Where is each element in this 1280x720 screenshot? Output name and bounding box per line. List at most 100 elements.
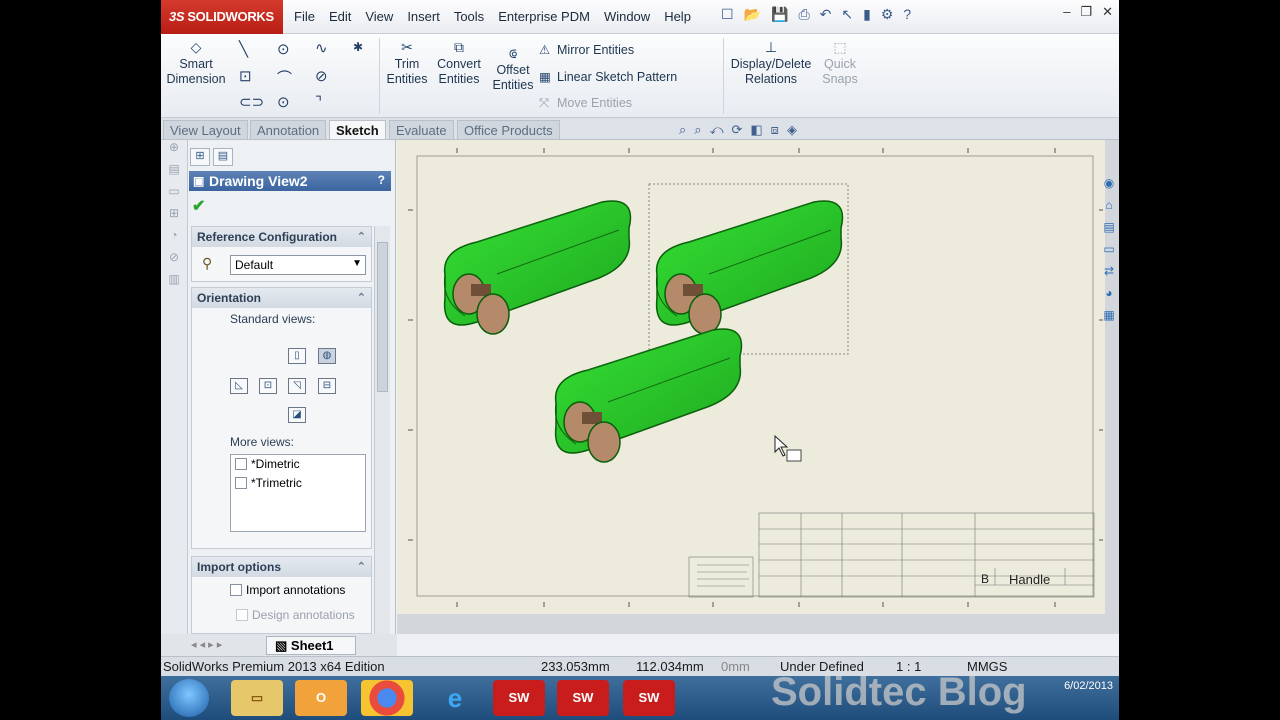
save-icon[interactable]: 💾	[771, 6, 788, 23]
more-view-item[interactable]: *Trimetric	[231, 474, 365, 493]
tab-sketch[interactable]: Sketch	[329, 120, 386, 139]
property-icon[interactable]: ▤	[161, 162, 187, 184]
chrome-taskbar-icon[interactable]	[361, 680, 413, 716]
linear-sketch-pattern-button[interactable]: ▦ Linear Sketch Pattern	[539, 69, 677, 84]
rebuild-icon[interactable]: ▮	[863, 6, 871, 23]
view-orientation-icon[interactable]: ⧈	[771, 122, 779, 138]
file-explorer-icon[interactable]: ▤	[1099, 220, 1119, 242]
close-icon[interactable]: ✕	[1102, 4, 1113, 20]
group-header[interactable]: Orientation ⌃	[192, 288, 371, 308]
ok-check-icon[interactable]: ✔	[192, 196, 205, 216]
isometric-view-icon[interactable]: ◍	[318, 348, 336, 364]
display-manager-icon[interactable]: ◔	[161, 228, 187, 250]
design-annotations-option[interactable]: Design annotations	[236, 608, 355, 622]
zoom-to-fit-icon[interactable]: ⌕	[679, 122, 686, 138]
custom-properties-icon[interactable]: ▦	[1099, 308, 1119, 330]
checkbox[interactable]	[235, 458, 247, 470]
panel-scrollbar[interactable]	[374, 226, 390, 634]
group-header[interactable]: Reference Configuration ⌃	[192, 227, 371, 247]
tab-evaluate[interactable]: Evaluate	[389, 120, 454, 139]
new-icon[interactable]: ☐	[721, 6, 734, 23]
internet-explorer-taskbar-icon[interactable]: e	[429, 680, 481, 716]
explorer-taskbar-icon[interactable]: ▭	[231, 680, 283, 716]
group-header[interactable]: Import options ⌃	[192, 557, 371, 577]
start-button-icon[interactable]	[169, 679, 209, 717]
menu-help[interactable]: Help	[657, 9, 698, 24]
feature-tree-icon[interactable]: ⊕	[161, 140, 187, 162]
convert-entities-button[interactable]: ⧉ Convert Entities	[433, 40, 485, 87]
dim-expert-icon[interactable]: ⊞	[161, 206, 187, 228]
property-manager-tab-icon[interactable]: ▤	[213, 148, 233, 166]
collapse-icon[interactable]: ⌃	[357, 560, 366, 573]
smart-dimension-button[interactable]: ◇ Smart Dimension	[165, 40, 227, 87]
view-palette-icon[interactable]: ⇄	[1099, 264, 1119, 286]
solidworks-taskbar-icon[interactable]: SW	[493, 680, 545, 716]
menu-insert[interactable]: Insert	[400, 9, 447, 24]
top-view-icon[interactable]: ⊟	[318, 378, 336, 394]
line-icon[interactable]: ╲	[239, 40, 248, 58]
folder-icon[interactable]: ▭	[1099, 242, 1119, 264]
configuration-select[interactable]: Default ▼	[230, 255, 366, 275]
checkbox[interactable]	[236, 609, 248, 621]
display-delete-relations-button[interactable]: ⊥ Display/Delete Relations	[727, 40, 815, 87]
tab-annotation[interactable]: Annotation	[250, 120, 327, 139]
checkbox[interactable]	[230, 584, 242, 596]
layer-icon[interactable]: ⊘	[161, 250, 187, 272]
polygon-icon[interactable]: ⊙	[277, 93, 290, 111]
feature-manager-tab-icon[interactable]: ⊞	[190, 148, 210, 166]
graphics-area[interactable]: B Handle ◉ ⌂ ▤ ▭ ⇄ ◕ ▦	[397, 140, 1119, 634]
left-view-icon[interactable]: ◺	[230, 378, 248, 394]
sheet1-tab[interactable]: ▧ Sheet1	[266, 636, 356, 655]
print-icon[interactable]: ⎙	[798, 6, 809, 23]
select-icon[interactable]: ↖	[841, 6, 853, 23]
slot-icon[interactable]: ⊂⊃	[239, 93, 264, 111]
sheet-format-icon[interactable]: ▥	[161, 272, 187, 294]
trim-entities-button[interactable]: ✂ Trim Entities	[383, 40, 431, 87]
menu-window[interactable]: Window	[597, 9, 657, 24]
scroll-thumb[interactable]	[377, 242, 388, 392]
rotate-icon[interactable]: ⟳	[731, 122, 742, 138]
quick-snaps-button[interactable]: ⬚ Quick Snaps	[817, 40, 863, 87]
collapse-icon[interactable]: ⌃	[357, 291, 366, 304]
move-entities-button[interactable]: ⤧ Move Entities	[539, 96, 632, 111]
import-annotations-option[interactable]: Import annotations	[230, 583, 345, 597]
options-icon[interactable]: ⚙	[881, 6, 894, 23]
menu-enterprise-pdm[interactable]: Enterprise PDM	[491, 9, 597, 24]
tab-view-layout[interactable]: View Layout	[163, 120, 248, 139]
restore-icon[interactable]: ❐	[1080, 4, 1092, 20]
rectangle-icon[interactable]: ⊡	[239, 67, 252, 85]
solidworks-taskbar-icon-3[interactable]: SW	[623, 680, 675, 716]
design-library-icon[interactable]: ⌂	[1099, 198, 1119, 220]
menu-tools[interactable]: Tools	[447, 9, 491, 24]
circle-icon[interactable]: ⊙	[277, 40, 290, 58]
menu-edit[interactable]: Edit	[322, 9, 358, 24]
appearances-icon[interactable]: ◕	[1099, 286, 1119, 308]
previous-view-icon[interactable]: ⤺	[710, 122, 724, 138]
minimize-icon[interactable]: –	[1063, 4, 1070, 20]
help-icon[interactable]: ?	[903, 6, 911, 23]
collapse-icon[interactable]: ⌃	[357, 230, 366, 243]
offset-entities-button[interactable]: ⟃ Offset Entities	[489, 46, 537, 93]
open-icon[interactable]: 📂	[744, 6, 761, 23]
config-icon[interactable]: ▭	[161, 184, 187, 206]
resources-icon[interactable]: ◉	[1099, 176, 1119, 198]
tab-office-products[interactable]: Office Products	[457, 120, 560, 139]
zoom-area-icon[interactable]: ⌕	[694, 122, 701, 138]
undo-icon[interactable]: ↶	[820, 6, 832, 23]
menu-view[interactable]: View	[358, 9, 400, 24]
solidworks-logo[interactable]: 3S SOLIDWORKS	[161, 0, 283, 34]
more-view-item[interactable]: *Dimetric	[231, 455, 365, 474]
spline-icon[interactable]: ∿	[315, 39, 328, 57]
back-view-icon[interactable]: ▯	[288, 348, 306, 364]
solidworks-taskbar-icon-2[interactable]: SW	[557, 680, 609, 716]
point-icon[interactable]: ✱	[353, 40, 363, 54]
checkbox[interactable]	[235, 477, 247, 489]
outlook-taskbar-icon[interactable]: O	[295, 680, 347, 716]
help-icon[interactable]: ?	[378, 173, 385, 187]
drawing-sheet[interactable]: B Handle	[397, 140, 1105, 614]
ellipse-icon[interactable]: ⊘	[315, 67, 328, 85]
menu-file[interactable]: File	[287, 9, 322, 24]
fillet-icon[interactable]: ⌝	[315, 93, 322, 111]
right-view-icon[interactable]: ◹	[288, 378, 306, 394]
sheet-nav-icon[interactable]: ◂ ◂ ▸ ▸	[191, 638, 222, 651]
